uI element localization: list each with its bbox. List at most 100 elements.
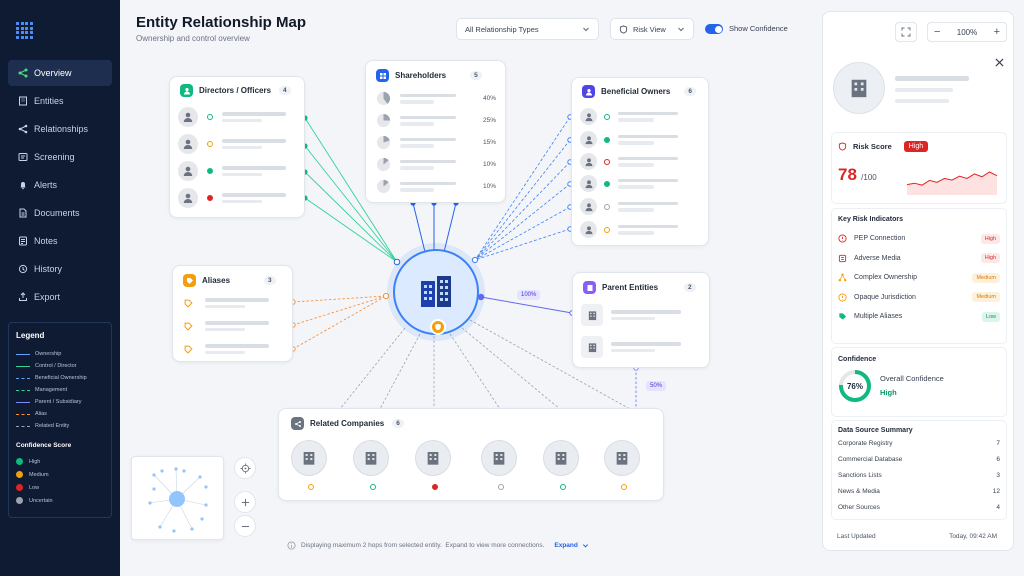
kri-row[interactable]: Adverse Media High [838, 249, 1000, 269]
beneficial-owner-row[interactable] [580, 108, 678, 125]
ownership-edge [412, 202, 426, 253]
shareholders-card[interactable]: Shareholders 5 40% 25% 15% 10% 10% [365, 60, 506, 203]
beneficial-owner-row[interactable] [580, 131, 678, 148]
alias-tag-icon [839, 313, 847, 320]
confidence-ring [432, 484, 438, 490]
related-company[interactable] [415, 440, 455, 492]
beneficial-owner-row[interactable] [580, 175, 678, 192]
zoom-out-map-button[interactable] [234, 515, 256, 537]
share-percent: 10% [482, 161, 496, 168]
count-badge: 4 [279, 86, 291, 95]
last-updated-label: Last Updated [837, 533, 876, 540]
expand-link[interactable]: Expand [554, 542, 588, 549]
jurisdiction-icon [838, 293, 847, 302]
confidence-ring [604, 136, 610, 143]
confidence-section: Confidence 76% Overall Confidence High [831, 347, 1007, 417]
confidence-ring [207, 114, 213, 120]
confidence-ring [604, 180, 610, 187]
pie-icon [376, 91, 391, 106]
count-badge: 3 [264, 276, 276, 285]
parent-entity-row[interactable] [581, 336, 681, 358]
tag-icon [184, 299, 193, 308]
related-company[interactable] [604, 440, 644, 492]
data-source-row[interactable]: Sanctions Lists 3 [838, 468, 1000, 484]
directors-card[interactable]: Directors / Officers 4 [169, 76, 305, 218]
focus-entity-node[interactable] [393, 249, 479, 335]
related-edge [449, 333, 501, 410]
ownership-structure-icon [838, 273, 847, 282]
parent-entity-row[interactable] [581, 304, 681, 326]
tag-icon [184, 322, 193, 331]
zoom-out-button[interactable]: − [934, 26, 940, 38]
target-icon [239, 462, 251, 474]
share-percent: 15% [482, 139, 496, 146]
beneficial-owner-row[interactable] [580, 153, 678, 170]
fullscreen-button[interactable] [895, 22, 917, 42]
related-edge [379, 333, 421, 410]
data-source-row[interactable]: Corporate Registry 7 [838, 436, 1000, 452]
kri-row[interactable]: Multiple Aliases Low [838, 307, 1000, 327]
related-edge [339, 327, 406, 410]
control-edge [304, 197, 398, 263]
confidence-ring [621, 484, 627, 490]
avatar-icon [580, 221, 597, 238]
last-updated: Last Updated Today, 09:42 AM [837, 533, 997, 540]
data-source-row[interactable]: Other Sources 4 [838, 499, 1000, 515]
director-row[interactable] [178, 188, 286, 208]
aliases-card[interactable]: Aliases 3 [172, 265, 293, 362]
alias-edge [292, 295, 387, 303]
alias-row[interactable] [184, 298, 269, 308]
shareholder-row[interactable]: 10% [376, 179, 496, 194]
avatar-icon [178, 188, 198, 208]
zoom-in-map-button[interactable] [234, 491, 256, 513]
kri-row[interactable]: PEP Connection High [838, 229, 1000, 249]
related-company[interactable] [481, 440, 521, 492]
avatar-icon [178, 107, 198, 127]
director-row[interactable] [178, 134, 286, 154]
confidence-ring [604, 226, 610, 233]
expand-label: Expand [554, 542, 578, 549]
beneficial-owner-row[interactable] [580, 198, 678, 215]
beneficial-owner-row[interactable] [580, 221, 678, 238]
related-company[interactable] [353, 440, 393, 492]
risk-level-chip: High [980, 253, 1000, 264]
alias-row[interactable] [184, 321, 269, 331]
share-percent: 10% [482, 183, 496, 190]
count-badge: 6 [392, 419, 404, 428]
risk-trend-sparkline [906, 171, 998, 195]
aliases-icon [183, 274, 196, 287]
related-companies-card[interactable]: Related Companies 6 [278, 408, 664, 501]
edge-endpoint [393, 258, 401, 266]
data-source-row[interactable]: Commercial Database 6 [838, 452, 1000, 468]
close-button[interactable] [993, 56, 1005, 68]
plus-icon [241, 498, 249, 506]
recenter-button[interactable] [234, 457, 256, 479]
minimap[interactable] [131, 456, 224, 540]
building-icon [543, 440, 579, 476]
close-icon [994, 57, 1004, 67]
confidence-title: Confidence [838, 356, 877, 363]
related-company[interactable] [291, 440, 331, 492]
kri-row[interactable]: Opaque Jurisdiction Medium [838, 288, 1000, 308]
confidence-ring [370, 484, 376, 490]
parent-entities-card[interactable]: Parent Entities 2 [572, 272, 710, 368]
alias-row[interactable] [184, 344, 269, 354]
shareholders-icon [376, 69, 389, 82]
related-company[interactable] [543, 440, 583, 492]
data-source-row[interactable]: News & Media 12 [838, 483, 1000, 499]
shareholder-row[interactable]: 40% [376, 91, 496, 106]
director-row[interactable] [178, 107, 286, 127]
zoom-in-button[interactable]: + [994, 26, 1000, 38]
beneficial-owners-card[interactable]: Beneficial Owners 6 [571, 77, 709, 246]
risk-score-section: Risk Score High 78 /100 [831, 132, 1007, 204]
shareholder-row[interactable]: 25% [376, 113, 496, 128]
key-risk-indicators-section: Key Risk Indicators PEP Connection High A… [831, 208, 1007, 344]
shareholder-row[interactable]: 15% [376, 135, 496, 150]
building-icon [851, 79, 867, 98]
director-row[interactable] [178, 161, 286, 181]
count-badge: 2 [684, 283, 696, 292]
risk-score-max: /100 [861, 173, 877, 182]
shareholder-row[interactable]: 10% [376, 157, 496, 172]
kri-row[interactable]: Complex Ownership Medium [838, 268, 1000, 288]
risk-level-chip: High [980, 233, 1000, 244]
